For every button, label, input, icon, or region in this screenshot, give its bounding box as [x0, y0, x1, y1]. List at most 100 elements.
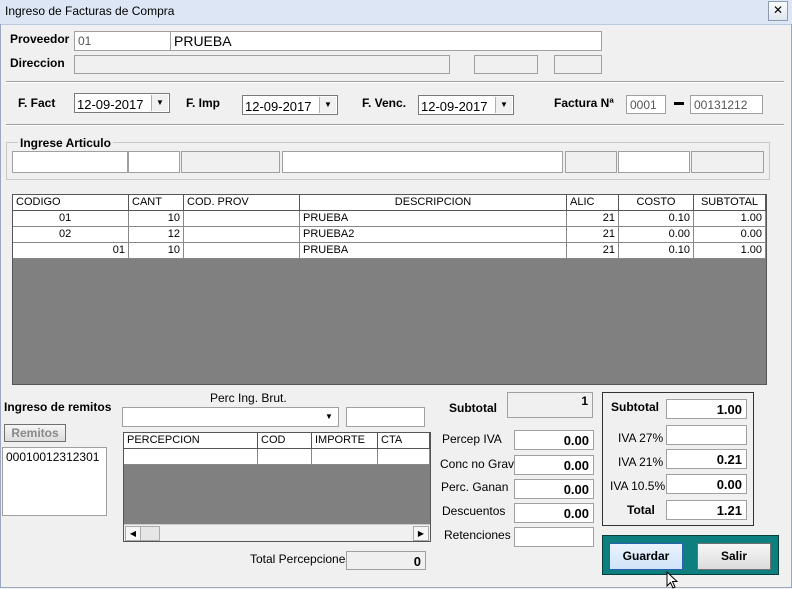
percep-iva-label: Percep IVA — [442, 432, 502, 446]
cell[interactable] — [312, 449, 378, 465]
ganan-field[interactable]: 0.00 — [514, 479, 594, 499]
cell-cant[interactable]: 10 — [129, 211, 184, 227]
fecha-fact-combo[interactable]: 12-09-2017 ▼ — [74, 93, 170, 113]
fecha-venc-combo[interactable]: 12-09-2017 ▼ — [418, 95, 514, 115]
scroll-thumb[interactable] — [140, 526, 160, 541]
subtotal-field[interactable]: 1.00 — [666, 399, 747, 419]
cell-alic[interactable]: 21 — [567, 227, 619, 243]
conc-label: Conc no Grav — [440, 457, 515, 471]
chevron-down-icon[interactable]: ▼ — [321, 409, 337, 425]
horizontal-scrollbar[interactable]: ◀ ▶ — [124, 524, 430, 541]
cell-alic[interactable]: 21 — [567, 243, 619, 259]
cell[interactable] — [378, 449, 430, 465]
articulo-costo-input[interactable] — [618, 151, 690, 173]
ret-field[interactable] — [514, 527, 594, 547]
col-header[interactable]: CODIGO — [13, 195, 129, 211]
articulo-subtotal-input[interactable] — [691, 151, 764, 173]
divider — [6, 81, 784, 83]
iva21-field[interactable]: 0.21 — [666, 449, 747, 469]
scroll-right-icon[interactable]: ▶ — [413, 526, 429, 541]
conc-field[interactable]: 0.00 — [514, 455, 594, 475]
iva27-field[interactable] — [666, 425, 747, 445]
cell-costo[interactable]: 0.10 — [619, 243, 694, 259]
localidad-field[interactable] — [474, 55, 538, 74]
articulo-descripcion-input[interactable] — [282, 151, 563, 173]
cell-codigo[interactable]: 02 — [13, 227, 129, 243]
proveedor-name-field[interactable]: PRUEBA — [170, 31, 602, 51]
col-header[interactable]: ALIC — [567, 195, 619, 211]
cell-codprov[interactable] — [184, 211, 300, 227]
close-icon[interactable]: ✕ — [768, 1, 788, 21]
col-header[interactable]: COD. PROV — [184, 195, 300, 211]
cell-codprov[interactable] — [184, 243, 300, 259]
remitos-button[interactable]: Remitos — [4, 424, 66, 442]
col-header[interactable]: COSTO — [619, 195, 694, 211]
total-percepciones-field[interactable]: 0 — [346, 551, 426, 570]
salir-button[interactable]: Salir — [697, 543, 771, 570]
cell-descripcion[interactable]: PRUEBA — [300, 243, 567, 259]
ingbrut-label: Perc Ing. Brut. — [210, 391, 287, 405]
cp-field[interactable] — [554, 55, 602, 74]
ingbrut-input[interactable] — [346, 407, 425, 427]
desc-field[interactable]: 0.00 — [514, 503, 594, 523]
items-grid[interactable]: CODIGO CANT COD. PROV DESCRIPCION ALIC C… — [12, 194, 767, 385]
cell-codprov[interactable] — [184, 227, 300, 243]
cell-costo[interactable]: 0.10 — [619, 211, 694, 227]
proveedor-code-field[interactable]: 01 — [74, 31, 172, 51]
cell-subtotal[interactable]: 1.00 — [694, 243, 766, 259]
total-field[interactable]: 1.21 — [666, 500, 747, 520]
ingbrut-combo[interactable]: ▼ — [122, 407, 339, 427]
col-header[interactable]: CANT — [129, 195, 184, 211]
cell-alic[interactable]: 21 — [567, 211, 619, 227]
total-percepciones-label: Total Percepciones — [250, 552, 352, 566]
chevron-down-icon[interactable]: ▼ — [151, 95, 168, 111]
articulo-codprov-input[interactable] — [181, 151, 280, 173]
cell-descripcion[interactable]: PRUEBA — [300, 211, 567, 227]
cell-costo[interactable]: 0.00 — [619, 227, 694, 243]
col-header[interactable]: PERCEPCION — [124, 433, 258, 449]
percep-iva-field[interactable]: 0.00 — [514, 430, 594, 450]
remitos-list[interactable]: 00010012312301 — [2, 447, 107, 516]
factura-label: Factura Nª — [554, 96, 614, 110]
window-title: Ingreso de Facturas de Compra — [5, 4, 175, 18]
iva105-label: IVA 10.5% — [610, 479, 666, 493]
cell-subtotal[interactable]: 1.00 — [694, 211, 766, 227]
factura-numero-field[interactable]: 00131212 — [690, 95, 763, 114]
guardar-button[interactable]: Guardar — [609, 543, 683, 570]
fecha-venc-value: 12-09-2017 — [421, 99, 488, 114]
ganan-label: Perc. Ganan — [441, 480, 509, 494]
iva105-field[interactable]: 0.00 — [666, 474, 747, 494]
percepciones-grid[interactable]: PERCEPCION COD IMPORTE CTA ◀ ▶ — [123, 432, 431, 542]
subtotal-mid-field[interactable]: 1 — [507, 392, 593, 418]
cell-descripcion[interactable]: PRUEBA2 — [300, 227, 567, 243]
fecha-imp-value: 12-09-2017 — [245, 99, 312, 114]
remitos-label: Ingreso de remitos — [4, 400, 112, 414]
col-header[interactable]: COD — [258, 433, 312, 449]
scroll-left-icon[interactable]: ◀ — [125, 526, 141, 541]
fecha-fact-value: 12-09-2017 — [77, 97, 144, 112]
col-header[interactable]: DESCRIPCION — [300, 195, 567, 211]
articulo-codigo-input[interactable] — [12, 151, 128, 173]
chevron-down-icon[interactable]: ▼ — [319, 97, 336, 113]
cell-cant[interactable]: 12 — [129, 227, 184, 243]
cell-codigo[interactable]: 01 — [13, 243, 129, 259]
dash-separator — [674, 102, 684, 105]
articulo-cantidad-input[interactable] — [128, 151, 180, 173]
cell[interactable] — [258, 449, 312, 465]
factura-punto-field[interactable]: 0001 — [626, 95, 666, 114]
chevron-down-icon[interactable]: ▼ — [495, 97, 512, 113]
articulo-label: Ingrese Articulo — [18, 136, 113, 150]
cell[interactable] — [124, 449, 258, 465]
cell-codigo[interactable]: 01 — [13, 211, 129, 227]
list-item[interactable]: 00010012312301 — [3, 448, 106, 466]
col-header[interactable]: IMPORTE — [312, 433, 378, 449]
col-header[interactable]: SUBTOTAL — [694, 195, 766, 211]
articulo-alic-input[interactable] — [565, 151, 617, 173]
cell-subtotal[interactable]: 0.00 — [694, 227, 766, 243]
fecha-fact-label: F. Fact — [18, 96, 56, 110]
fecha-imp-combo[interactable]: 12-09-2017 ▼ — [242, 95, 338, 115]
col-header[interactable]: CTA — [378, 433, 430, 449]
title-bar: Ingreso de Facturas de Compra ✕ — [0, 0, 792, 25]
cell-cant[interactable]: 10 — [129, 243, 184, 259]
direccion-field[interactable] — [74, 55, 450, 74]
